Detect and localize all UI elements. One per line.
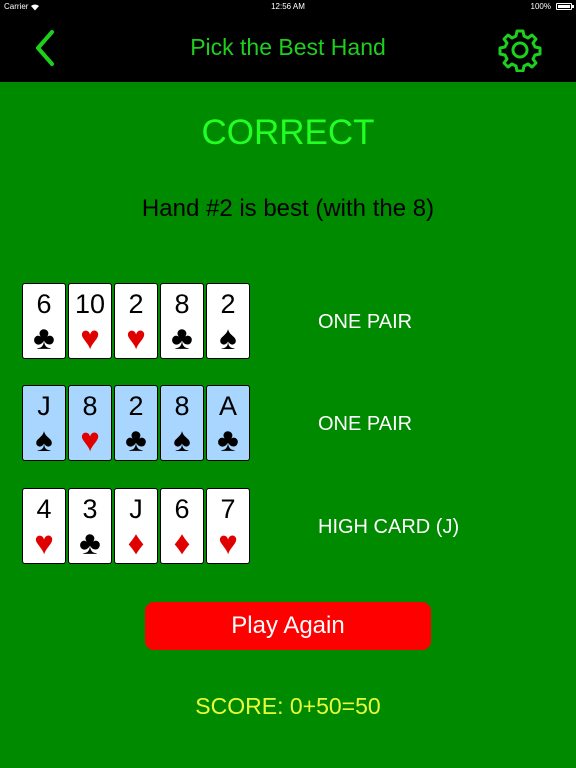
card[interactable]: 6 ♦	[160, 488, 204, 564]
heart-icon: ♥	[80, 421, 100, 458]
card-rank: 8	[174, 391, 190, 421]
card[interactable]: J ♦	[114, 488, 158, 564]
card-rank: 2	[128, 289, 144, 319]
card[interactable]: J ♠	[22, 385, 66, 461]
card-rank: 6	[36, 289, 52, 319]
diamond-icon: ♦	[173, 524, 191, 561]
card-rank: 2	[128, 391, 144, 421]
heart-icon: ♥	[126, 319, 146, 356]
status-bar: Carrier 12:56 AM 100%	[0, 0, 576, 14]
battery-percent: 100%	[530, 2, 551, 11]
result-title: CORRECT	[201, 113, 375, 152]
result-message: Hand #2 is best (with the 8)	[141, 195, 435, 222]
card-rank: 8	[174, 289, 190, 319]
spade-icon: ♠	[35, 421, 53, 458]
card[interactable]: 10 ♥	[68, 283, 112, 359]
card[interactable]: 6 ♣	[22, 283, 66, 359]
club-icon: ♣	[79, 524, 101, 561]
card-rank: 2	[220, 289, 236, 319]
battery-nub	[572, 5, 574, 8]
diamond-icon: ♦	[127, 524, 145, 561]
card[interactable]: 8 ♠	[160, 385, 204, 461]
page-title: Pick the Best Hand	[190, 34, 386, 60]
card[interactable]: 2 ♠	[206, 283, 250, 359]
card[interactable]: 4 ♥	[22, 488, 66, 564]
gear-icon	[498, 29, 542, 73]
club-icon: ♣	[217, 421, 239, 458]
card-rank: 4	[36, 494, 52, 524]
card-rank: 3	[82, 494, 98, 524]
card-rank: 6	[174, 494, 190, 524]
play-again-button[interactable]: Play Again	[145, 602, 431, 650]
club-icon: ♣	[125, 421, 147, 458]
card-rank: 10	[74, 289, 106, 319]
hand-row-1[interactable]: 6 ♣ 10 ♥ 2 ♥ 8 ♣ 2 ♠ ONE PAIR	[22, 283, 502, 361]
club-icon: ♣	[171, 319, 193, 356]
heart-icon: ♥	[218, 524, 238, 561]
card[interactable]: 2 ♥	[114, 283, 158, 359]
nav-bar: Pick the Best Hand	[0, 14, 576, 82]
hand-row-3[interactable]: 4 ♥ 3 ♣ J ♦ 6 ♦ 7 ♥ HIGH CARD (J)	[22, 488, 502, 566]
card[interactable]: A ♣	[206, 385, 250, 461]
card-rank: J	[37, 391, 51, 421]
heart-icon: ♥	[80, 319, 100, 356]
card[interactable]: 8 ♥	[68, 385, 112, 461]
club-icon: ♣	[33, 319, 55, 356]
score-label: SCORE: 0+50=50	[195, 693, 381, 719]
hand-row-2[interactable]: J ♠ 8 ♥ 2 ♣ 8 ♠ A ♣ ONE PAIR	[22, 385, 502, 463]
card-rank: 7	[220, 494, 236, 524]
heart-icon: ♥	[34, 524, 54, 561]
hand-rank-label: ONE PAIR	[318, 311, 413, 333]
card[interactable]: 7 ♥	[206, 488, 250, 564]
settings-button[interactable]	[498, 28, 542, 73]
hand-rank-label: ONE PAIR	[318, 413, 413, 435]
card[interactable]: 3 ♣	[68, 488, 112, 564]
card-rank: J	[129, 494, 143, 524]
card-rank: A	[218, 391, 237, 421]
card[interactable]: 8 ♣	[160, 283, 204, 359]
card-rank: 8	[82, 391, 98, 421]
card[interactable]: 2 ♣	[114, 385, 158, 461]
hand-rank-label: HIGH CARD (J)	[318, 516, 460, 538]
status-time: 12:56 AM	[271, 2, 305, 11]
spade-icon: ♠	[219, 319, 237, 356]
battery-icon	[556, 3, 572, 10]
spade-icon: ♠	[173, 421, 191, 458]
